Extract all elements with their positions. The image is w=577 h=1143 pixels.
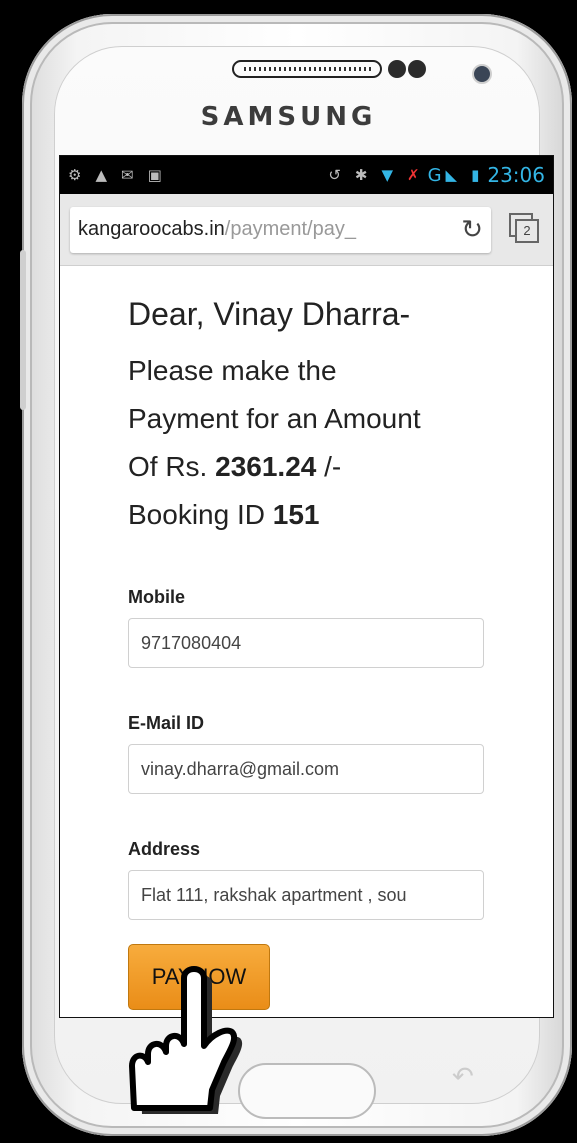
sync-icon: ↺ (328, 166, 341, 184)
payment-form: Mobile 9717080404 E-Mail ID vinay.dharra… (128, 587, 484, 1010)
payment-message: Please make the Payment for an Amount Of… (128, 347, 553, 539)
tabs-button[interactable]: 2 (509, 212, 543, 247)
bluetooth-icon: ✱ (354, 166, 368, 184)
clock: 23:06 (487, 163, 545, 187)
proximity-sensor (388, 60, 406, 78)
mobile-label: Mobile (128, 587, 185, 607)
mobile-field[interactable]: 9717080404 (128, 618, 484, 668)
status-bar: ⚙ ▲ ✉ ▣ ↺ ✱ ▼ ✗ G ◣ ▮ 23:06 (60, 156, 553, 194)
warning-icon: ▲ (95, 166, 107, 184)
booking-prefix: Booking ID (128, 499, 273, 530)
browser-toolbar: kangaroocabs.in/payment/pay_ ↻ 2 (60, 194, 553, 266)
volume-side-button (20, 250, 26, 410)
amount-prefix: Of Rs. (128, 451, 216, 482)
front-camera (472, 64, 492, 84)
payment-page: Dear, Vinay Dharra- Please make the Paym… (60, 296, 553, 1010)
mail-icon: ✉ (121, 166, 134, 184)
earpiece-speaker (232, 60, 382, 78)
wifi-icon: ▼ (381, 166, 394, 184)
amount-line: Of Rs. 2361.24 /- (128, 443, 553, 491)
back-key-icon[interactable]: ↶ (452, 1062, 474, 1092)
message-line-2: Payment for an Amount (128, 403, 421, 434)
phone-screen: ⚙ ▲ ✉ ▣ ↺ ✱ ▼ ✗ G ◣ ▮ 23:06 kangaroocabs… (59, 155, 554, 1018)
amount-value: 2361.24 (215, 451, 317, 482)
pointing-hand-icon (129, 966, 243, 1114)
email-label: E-Mail ID (128, 713, 205, 733)
url-host: kangaroocabs.in (78, 218, 225, 240)
booking-id: 151 (272, 499, 320, 530)
tab-count: 2 (515, 218, 539, 243)
message-line-1: Please make the (128, 355, 337, 386)
reload-icon[interactable]: ↻ (455, 214, 483, 245)
image-icon: ▣ (147, 166, 162, 184)
network-type: G (427, 164, 442, 186)
url-path: /payment/pay_ (224, 218, 356, 240)
no-data-icon: ✗ (407, 166, 420, 184)
email-field[interactable]: vinay.dharra@gmail.com (128, 744, 484, 794)
amount-suffix: /- (316, 451, 342, 482)
address-bar[interactable]: kangaroocabs.in/payment/pay_ ↻ (70, 206, 491, 253)
greeting: Dear, Vinay Dharra- (128, 296, 411, 332)
light-sensor (408, 60, 426, 78)
battery-icon: ▮ (471, 166, 480, 184)
signal-icon: ◣ (445, 166, 458, 184)
brand-logo: SAMSUNG (200, 102, 377, 132)
booking-line: Booking ID 151 (128, 491, 553, 539)
app-notification-icon: ⚙ (68, 166, 82, 184)
address-label: Address (128, 839, 201, 859)
address-field[interactable]: Flat 111, rakshak apartment , sou (128, 870, 484, 920)
